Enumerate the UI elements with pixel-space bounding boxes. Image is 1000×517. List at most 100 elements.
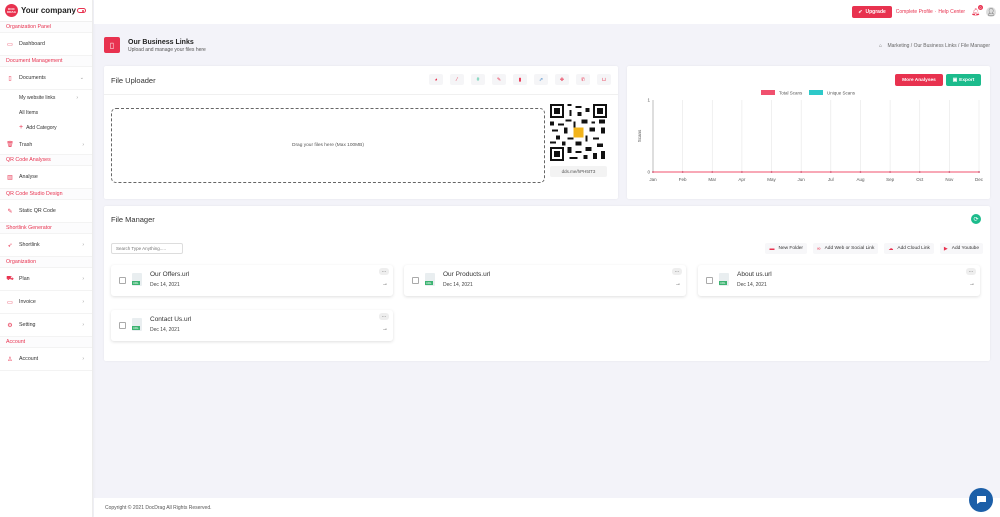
file-manager-title: File Manager bbox=[111, 215, 155, 224]
chevron-right-icon: › bbox=[82, 276, 84, 282]
x-tick-label: Feb bbox=[679, 177, 687, 182]
action-label: New Folder bbox=[778, 246, 804, 251]
chevron-down-icon: ⌄ bbox=[79, 75, 84, 81]
sidebar-item-setting[interactable]: ⚙ Setting › bbox=[0, 314, 92, 337]
more-icon[interactable]: ··· bbox=[379, 268, 389, 275]
move-icon[interactable]: ✥ bbox=[555, 74, 569, 85]
section-shortlink-generator: Shortlink Generator bbox=[0, 223, 92, 234]
section-organization-panel: Organization Panel bbox=[0, 22, 92, 33]
sidebar-subitem-my-website-links[interactable]: My website links › bbox=[0, 90, 92, 105]
file-dropzone[interactable]: Drag your files here (Max 100MB) bbox=[111, 108, 545, 183]
sidebar-item-shortlink[interactable]: ➶ Shortlink › bbox=[0, 234, 92, 257]
sidebar-item-static-qr-code[interactable]: ✎ Static QR Code bbox=[0, 200, 92, 223]
company-logo[interactable]: DOC DRAG bbox=[5, 4, 18, 17]
file-date: Dec 14, 2021 bbox=[737, 282, 767, 288]
bell-icon[interactable]: 🔔︎ 0 bbox=[971, 5, 983, 16]
sidebar-toggle[interactable] bbox=[77, 8, 86, 13]
chevron-right-icon: › bbox=[76, 94, 78, 101]
inbox-icon[interactable]: ⊔ bbox=[597, 74, 611, 85]
more-icon[interactable]: ··· bbox=[379, 313, 389, 320]
refresh-icon[interactable]: ⟳ bbox=[971, 214, 981, 224]
help-center-link[interactable]: Help Center bbox=[938, 9, 965, 15]
file-manager-card: File Manager ⟳ ▬New Folder ∞Add Web or S… bbox=[104, 206, 990, 361]
sidebar-item-analyse[interactable]: ▥ Analyse bbox=[0, 166, 92, 189]
chat-bubble-icon[interactable] bbox=[969, 488, 993, 512]
short-link[interactable]: dds.me/hPH5tT3 bbox=[550, 166, 607, 177]
sidebar-item-invoice[interactable]: ▭ Invoice › bbox=[0, 291, 92, 314]
upgrade-button[interactable]: ➶ Upgrade bbox=[852, 6, 892, 18]
breadcrumb-text[interactable]: Marketing / Our Business Links / File Ma… bbox=[887, 43, 990, 49]
sidebar-item-plan[interactable]: ⛟ Plan › bbox=[0, 268, 92, 291]
file-card[interactable]: Contact Us.url Dec 14, 2021 ··· → bbox=[111, 310, 393, 341]
file-actions: ▬ New Folder ∞ Add Web or Social Link ☁ Add… bbox=[759, 243, 983, 254]
sidebar-item-trash[interactable]: 🗑 Trash › bbox=[0, 135, 92, 155]
add-cloud-link-button[interactable]: ☁ Add Cloud Link bbox=[884, 243, 934, 254]
data-point bbox=[889, 171, 891, 173]
action-label: Add Cloud Link bbox=[897, 246, 930, 251]
document-icon: ▯ bbox=[8, 75, 12, 82]
new-folder-button[interactable]: ▬ New Folder bbox=[765, 243, 808, 254]
y-tick-label: 1 bbox=[647, 98, 650, 103]
action-label: Add Youtube bbox=[951, 246, 979, 251]
file-checkbox[interactable] bbox=[412, 277, 419, 284]
file-name: About us.url bbox=[737, 271, 772, 278]
home-icon[interactable]: ⌂ bbox=[879, 43, 882, 49]
sidebar-subitem-add-category[interactable]: + Add Category bbox=[0, 120, 92, 135]
url-file-icon bbox=[132, 273, 142, 286]
section-qr-code-studio-design: QR Code Studio Design bbox=[0, 189, 92, 200]
legend-label: Total Scans bbox=[779, 91, 803, 96]
file-checkbox[interactable] bbox=[119, 277, 126, 284]
sidebar-item-documents[interactable]: ▯ Documents ⌄ bbox=[0, 67, 92, 90]
arrow-right-icon[interactable]: → bbox=[969, 281, 975, 287]
file-name: Our Offers.url bbox=[150, 271, 190, 278]
more-icon[interactable]: ··· bbox=[672, 268, 682, 275]
arrow-right-icon[interactable]: → bbox=[382, 326, 388, 332]
dropzone-text: Drag your files here (Max 100MB) bbox=[292, 143, 364, 148]
arrow-right-icon[interactable]: → bbox=[382, 281, 388, 287]
file-card[interactable]: Our Products.url Dec 14, 2021 ··· → bbox=[404, 265, 686, 296]
scans-chart-card: More Analyses ▣ Export Total Scans Unique… bbox=[627, 66, 990, 199]
export-label: Export bbox=[959, 77, 975, 83]
pencil-icon[interactable]: ✎ bbox=[492, 74, 506, 85]
x-tick-label: Mar bbox=[708, 177, 716, 182]
user-icon: ♙ bbox=[7, 356, 13, 363]
sidebar-item-label: Invoice bbox=[19, 299, 36, 305]
link-edit-icon[interactable]: ⁄ bbox=[450, 74, 464, 85]
file-card[interactable]: About us.url Dec 14, 2021 ··· → bbox=[698, 265, 980, 296]
delete-icon[interactable]: ▮ bbox=[513, 74, 527, 85]
page-subtitle: Upload and manage your files here bbox=[128, 47, 206, 53]
chevron-right-icon: › bbox=[82, 141, 84, 148]
data-point bbox=[948, 171, 951, 173]
file-checkbox[interactable] bbox=[706, 277, 713, 284]
avatar[interactable]: 👤︎ bbox=[986, 7, 996, 17]
sidebar-item-label: Shortlink bbox=[19, 242, 40, 248]
more-icon[interactable]: ··· bbox=[966, 268, 976, 275]
more-analyses-button[interactable]: More Analyses bbox=[895, 74, 943, 86]
grid-icon[interactable]: # bbox=[471, 74, 485, 85]
dashboard-icon: ▭ bbox=[7, 41, 13, 48]
file-card[interactable]: Our Offers.url Dec 14, 2021 ··· → bbox=[111, 265, 393, 296]
palette-icon[interactable]: ◕ bbox=[429, 74, 443, 85]
search-input[interactable] bbox=[111, 243, 183, 254]
copyright-text: Copyright © 2021 DocDrag All Rights Rese… bbox=[105, 504, 212, 511]
gear-icon: ⚙ bbox=[7, 322, 13, 329]
export-icon: ▣ bbox=[952, 77, 958, 83]
qr-code[interactable] bbox=[550, 104, 607, 161]
scans-line-chart: Total Scans Unique Scans Jan Feb Mar Apr May Ju… bbox=[637, 90, 984, 182]
folder-icon: ▬ bbox=[769, 245, 775, 252]
share-icon[interactable]: ⇗ bbox=[534, 74, 548, 85]
add-web-link-button[interactable]: ∞ Add Web or Social Link bbox=[813, 243, 879, 254]
complete-profile-link[interactable]: Complete Profile bbox=[896, 9, 933, 15]
add-youtube-button[interactable]: ▶ Add Youtube bbox=[939, 243, 983, 254]
sidebar-subitem-all-items[interactable]: All Items bbox=[0, 105, 92, 120]
export-button[interactable]: ▣ Export bbox=[946, 74, 981, 86]
youtube-icon: ▶ bbox=[943, 245, 948, 252]
arrow-right-icon[interactable]: → bbox=[675, 281, 681, 287]
file-checkbox[interactable] bbox=[119, 322, 126, 329]
data-point bbox=[829, 171, 832, 173]
phone-icon[interactable]: ✆ bbox=[576, 74, 590, 85]
sidebar-item-label: Account bbox=[19, 356, 39, 362]
sidebar-item-account[interactable]: ♙ Account › bbox=[0, 348, 92, 371]
x-tick-label: Sep bbox=[886, 177, 895, 182]
sidebar-item-dashboard[interactable]: ▭ Dashboard bbox=[0, 33, 92, 56]
